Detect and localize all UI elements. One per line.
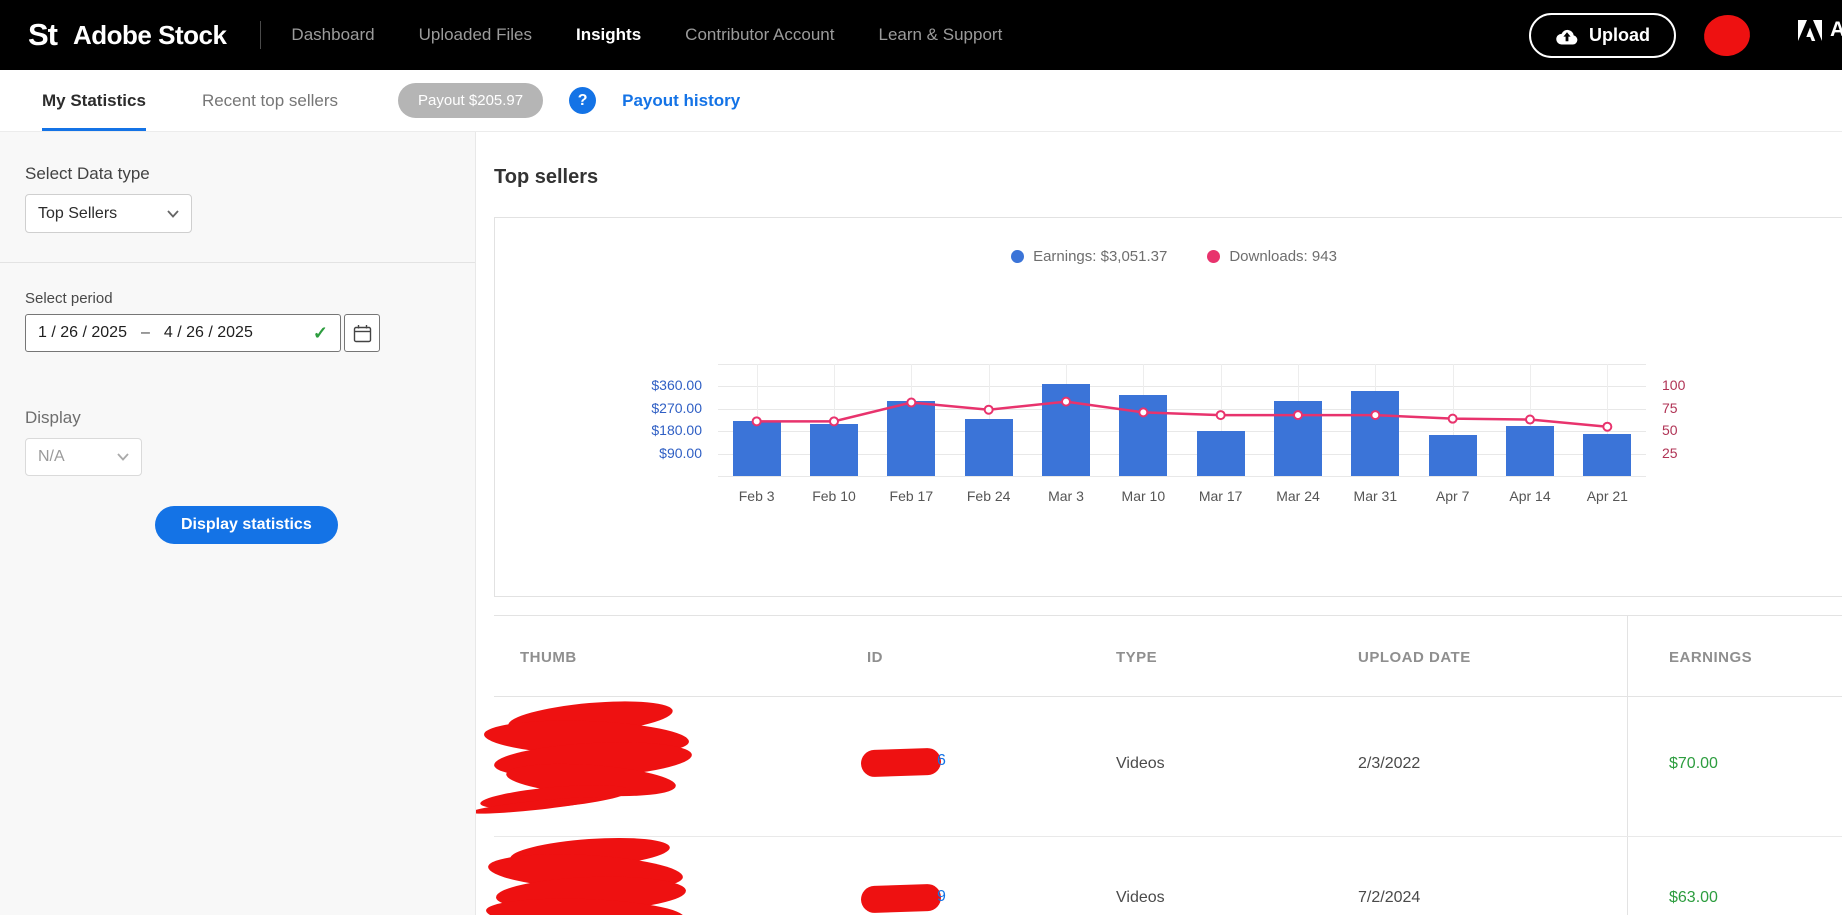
nav-insights[interactable]: Insights: [576, 25, 641, 45]
payout-badge: Payout $205.97: [398, 83, 543, 118]
earnings-cell: $63.00: [1669, 889, 1718, 907]
nav-dashboard[interactable]: Dashboard: [291, 25, 374, 45]
x-axis-label: Mar 17: [1181, 488, 1261, 504]
gridline-horizontal: [718, 476, 1646, 477]
x-axis-label: Feb 10: [794, 488, 874, 504]
nav-learn-support[interactable]: Learn & Support: [878, 25, 1002, 45]
y-axis-label-right: 100: [1662, 377, 1685, 393]
chevron-down-icon: [167, 210, 179, 218]
y-axis-label-right: 25: [1662, 445, 1678, 461]
period-label: Select period: [25, 290, 113, 307]
table-row[interactable]: 9 Videos 7/2/2024 $63.00: [494, 837, 1842, 915]
adobe-corner-mark: Ad: [1798, 18, 1842, 42]
avatar-redaction[interactable]: [1701, 11, 1752, 58]
display-statistics-button[interactable]: Display statistics: [155, 506, 338, 544]
earnings-cell: $70.00: [1669, 755, 1718, 773]
x-axis-label: Mar 3: [1026, 488, 1106, 504]
period-end: 4 / 26 / 2025: [164, 324, 253, 342]
upload-date-cell: 7/2/2024: [1358, 889, 1420, 907]
adobe-partial-text: Ad: [1830, 18, 1842, 42]
display-value: N/A: [38, 448, 65, 466]
header-thumb: THUMB: [520, 649, 577, 666]
help-icon[interactable]: ?: [569, 87, 596, 114]
statistics-tabbar: My Statistics Recent top sellers Payout …: [0, 70, 1842, 132]
date-range-input[interactable]: 1 / 26 / 2025 – 4 / 26 / 2025 ✓: [25, 314, 341, 352]
header-divider: [260, 21, 261, 49]
downloads-line: [718, 364, 1646, 476]
header-id: ID: [867, 649, 883, 666]
type-cell: Videos: [1116, 889, 1165, 907]
id-redaction: [861, 884, 942, 914]
y-axis-label-left: $360.00: [598, 377, 702, 393]
chart-card: Earnings: $3,051.37 Downloads: 943 $360.…: [494, 217, 1842, 597]
check-icon: ✓: [313, 323, 328, 344]
y-axis-label-left: $270.00: [598, 400, 702, 416]
x-axis-label: Apr 21: [1567, 488, 1647, 504]
x-axis-label: Apr 14: [1490, 488, 1570, 504]
header-right: Upload: [1529, 13, 1750, 58]
header-type: TYPE: [1116, 649, 1157, 666]
nav-contributor-account[interactable]: Contributor Account: [685, 25, 834, 45]
x-axis-label: Mar 10: [1103, 488, 1183, 504]
data-type-value: Top Sellers: [38, 205, 117, 223]
page-title: Top sellers: [494, 166, 598, 189]
upload-cloud-icon: [1555, 26, 1579, 45]
tab-recent-top-sellers[interactable]: Recent top sellers: [202, 70, 338, 131]
id-cell: 6: [867, 749, 1007, 777]
header-upload-date: UPLOAD DATE: [1358, 649, 1471, 666]
combo-chart: $360.00 $270.00 $180.00 $90.00 100 75 50 25 Feb …: [495, 218, 1842, 596]
upload-button[interactable]: Upload: [1529, 13, 1676, 58]
sidebar-divider: [0, 262, 475, 263]
period-separator: –: [141, 324, 150, 342]
table-row[interactable]: 6 Videos 2/3/2022 $70.00: [494, 697, 1842, 837]
x-axis-label: Feb 17: [871, 488, 951, 504]
table-header-row: THUMB ID TYPE UPLOAD DATE EARNINGS: [494, 615, 1842, 697]
thumbnail-redaction: [486, 839, 686, 915]
display-select[interactable]: N/A: [25, 438, 142, 476]
asset-id-link[interactable]: 9: [937, 888, 946, 906]
top-sellers-table: THUMB ID TYPE UPLOAD DATE EARNINGS: [494, 615, 1842, 915]
filters-sidebar: Select Data type Top Sellers Select peri…: [0, 132, 476, 915]
top-header: St Adobe Stock Dashboard Uploaded Files …: [0, 0, 1842, 70]
period-start: 1 / 26 / 2025: [38, 324, 127, 342]
nav-uploaded-files[interactable]: Uploaded Files: [419, 25, 532, 45]
calendar-icon: [353, 324, 372, 343]
y-axis-label-right: 50: [1662, 422, 1678, 438]
data-type-select[interactable]: Top Sellers: [25, 194, 192, 233]
brand-title[interactable]: Adobe Stock: [73, 20, 226, 51]
y-axis-label-right: 75: [1662, 400, 1678, 416]
period-controls: 1 / 26 / 2025 – 4 / 26 / 2025 ✓: [25, 314, 380, 352]
asset-id-link[interactable]: 6: [937, 752, 946, 770]
type-cell: Videos: [1116, 755, 1165, 773]
tab-my-statistics[interactable]: My Statistics: [42, 70, 146, 131]
header-earnings: EARNINGS: [1669, 649, 1752, 666]
adobe-logo-icon: [1798, 20, 1822, 41]
main-content: Top sellers Earnings: $3,051.37 Download…: [476, 132, 1842, 915]
upload-date-cell: 2/3/2022: [1358, 755, 1420, 773]
main-nav: Dashboard Uploaded Files Insights Contri…: [291, 25, 1002, 45]
chevron-down-icon: [117, 453, 129, 461]
calendar-button[interactable]: [344, 314, 380, 352]
x-axis-label: Mar 24: [1258, 488, 1338, 504]
x-axis-label: Feb 24: [949, 488, 1029, 504]
adobe-stock-contributor-page: St Adobe Stock Dashboard Uploaded Files …: [0, 0, 1842, 915]
id-redaction: [861, 748, 942, 778]
payout-history-link[interactable]: Payout history: [622, 91, 740, 111]
y-axis-label-left: $90.00: [598, 445, 702, 461]
id-cell: 9: [867, 885, 1007, 913]
upload-label: Upload: [1589, 25, 1650, 46]
x-axis-label: Apr 7: [1413, 488, 1493, 504]
y-axis-label-left: $180.00: [598, 422, 702, 438]
display-label: Display: [25, 408, 81, 428]
thumbnail-redaction: [478, 701, 698, 819]
x-axis-label: Feb 3: [717, 488, 797, 504]
data-type-label: Select Data type: [25, 164, 150, 184]
stock-logo[interactable]: St: [28, 17, 57, 53]
x-axis-label: Mar 31: [1335, 488, 1415, 504]
